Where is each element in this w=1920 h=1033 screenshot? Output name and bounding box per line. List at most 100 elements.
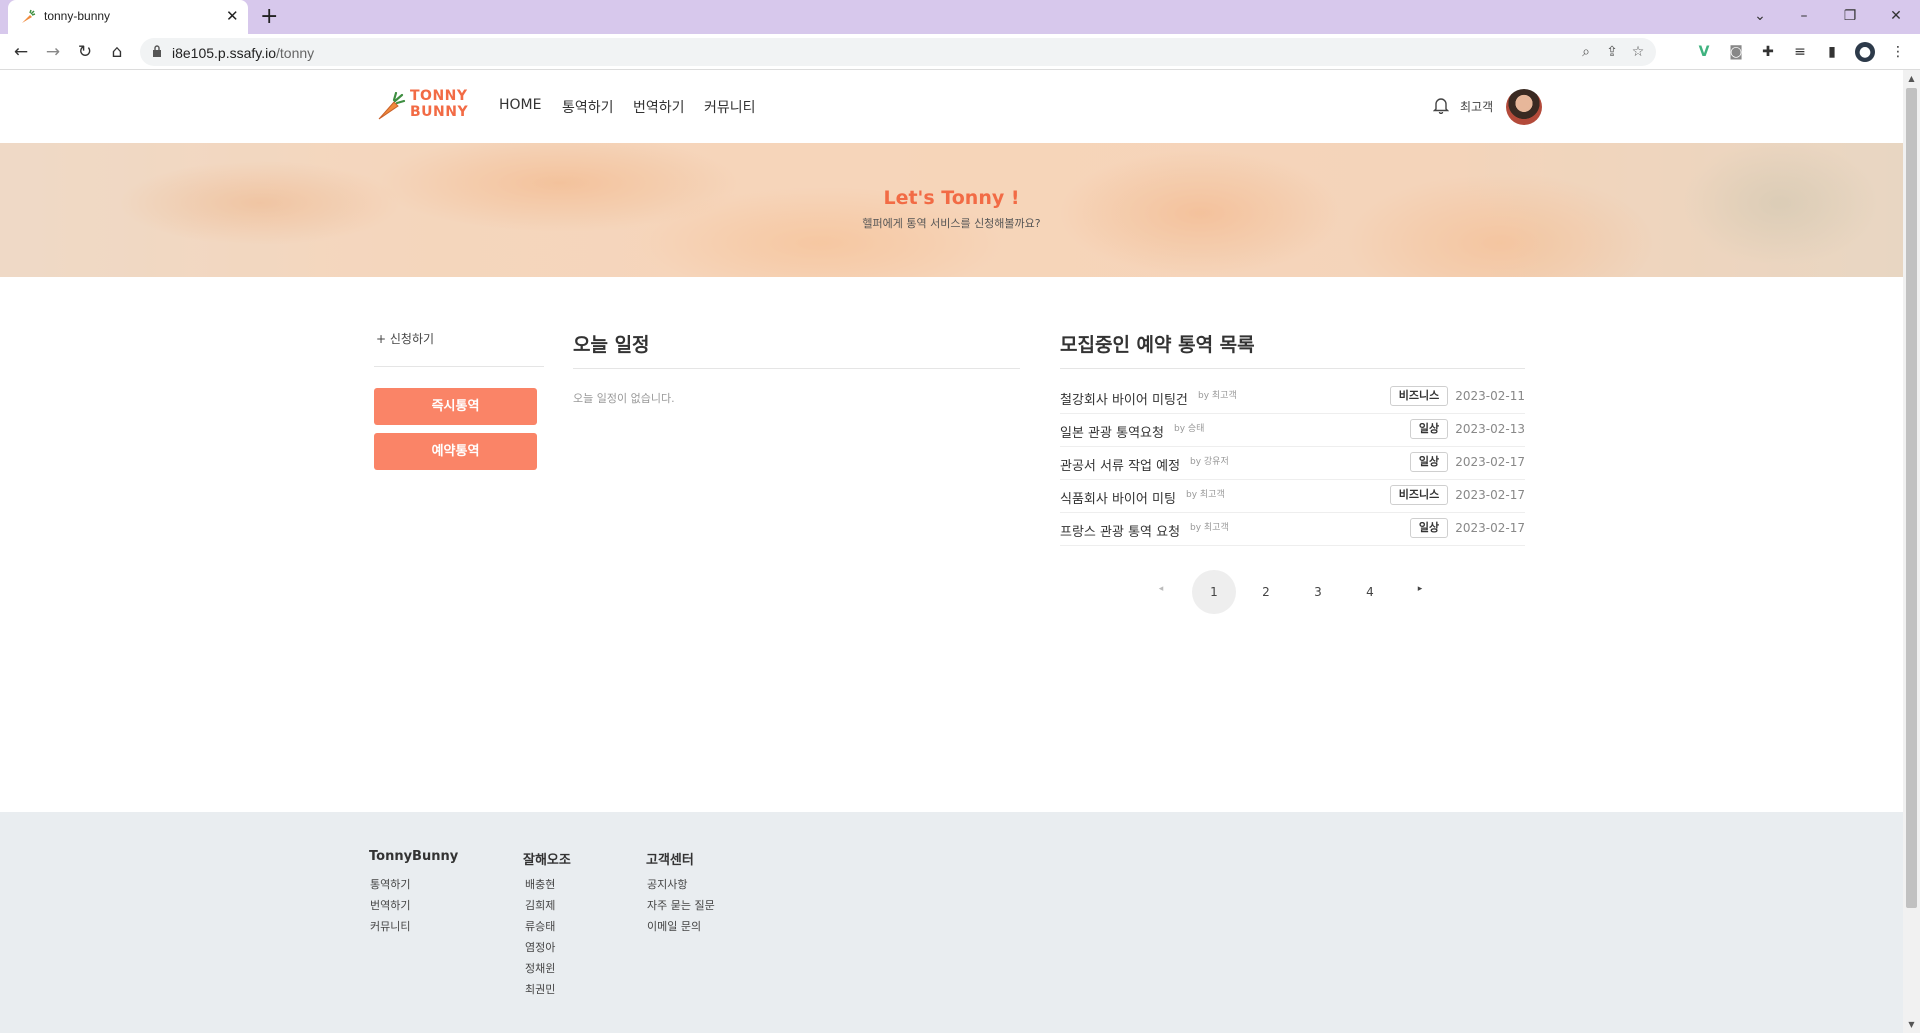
- vue-devtools-icon[interactable]: V: [1694, 42, 1714, 62]
- today-schedule-title: 오늘 일정: [573, 334, 650, 356]
- footer-link[interactable]: 이메일 문의: [647, 918, 701, 934]
- footer-link[interactable]: 류승태: [525, 918, 555, 934]
- page-button[interactable]: 1: [1192, 570, 1236, 614]
- reservation-tag: 비즈니스: [1390, 386, 1448, 406]
- logo-text: TONNY BUNNY: [410, 88, 468, 120]
- footer-link[interactable]: 최권민: [525, 981, 555, 997]
- scroll-down-icon[interactable]: ▼: [1907, 1020, 1916, 1029]
- reservation-date: 2023-02-17: [1455, 455, 1525, 469]
- home-icon[interactable]: ⌂: [106, 41, 128, 63]
- avatar[interactable]: [1506, 89, 1542, 125]
- hero-overlay: [0, 143, 1903, 277]
- nav-community[interactable]: 커뮤니티: [704, 97, 756, 117]
- reservation-title: 일본 관광 통역요청: [1060, 426, 1164, 441]
- footer-heading: 고객센터: [646, 853, 694, 868]
- today-divider: [573, 368, 1020, 369]
- apply-label: 신청하기: [389, 332, 435, 346]
- reservation-date: 2023-02-17: [1455, 488, 1525, 502]
- scroll-up-icon[interactable]: ▲: [1907, 74, 1916, 83]
- reservation-date: 2023-02-13: [1455, 422, 1525, 436]
- footer-link[interactable]: 통역하기: [370, 876, 410, 892]
- site-footer: TonnyBunny 통역하기 번역하기 커뮤니티 잘해오조 배충현 김희제 류…: [0, 812, 1903, 1033]
- kebab-menu-icon[interactable]: ⋮: [1888, 42, 1908, 62]
- zoom-icon[interactable]: ⌕: [1576, 42, 1596, 62]
- footer-link[interactable]: 정채윈: [525, 960, 555, 976]
- reservation-row[interactable]: 관공서 서류 작업 예정 by 강유저 일상 2023-02-17: [1060, 447, 1525, 480]
- footer-link[interactable]: 커뮤니티: [370, 918, 410, 934]
- footer-link[interactable]: 자주 묻는 질문: [647, 897, 715, 913]
- reservation-tag: 일상: [1410, 419, 1448, 439]
- hero-subtitle: 헬퍼에게 통역 서비스를 신청해볼까요?: [862, 217, 1041, 230]
- reload-icon[interactable]: ↻: [74, 41, 96, 63]
- tab-search-chevron-icon[interactable]: ⌄: [1748, 4, 1772, 28]
- footer-heading: 잘해오조: [523, 853, 571, 868]
- profile-avatar-icon[interactable]: ●: [1855, 42, 1875, 62]
- reservation-author: by 강유저: [1190, 457, 1229, 467]
- logo-line-1: TONNY: [410, 88, 468, 104]
- reservation-row[interactable]: 일본 관광 통역요청 by 승태 일상 2023-02-13: [1060, 414, 1525, 447]
- nav-home[interactable]: HOME: [499, 97, 541, 113]
- footer-link[interactable]: 번역하기: [370, 897, 410, 913]
- page-button[interactable]: 2: [1244, 570, 1288, 614]
- page-button[interactable]: 4: [1348, 570, 1392, 614]
- reserve-interpret-button[interactable]: 예약통역: [374, 433, 537, 470]
- lock-icon: [153, 45, 161, 57]
- footer-link[interactable]: 김희제: [525, 897, 555, 913]
- hero-banner: Let's Tonny ! 헬퍼에게 통역 서비스를 신청해볼까요?: [0, 143, 1903, 277]
- url-host: i8e105.p.ssafy.io: [172, 45, 277, 61]
- footer-link[interactable]: 공지사항: [647, 876, 687, 892]
- nav-translate[interactable]: 번역하기: [633, 97, 685, 117]
- instant-interpret-button[interactable]: 즉시통역: [374, 388, 537, 425]
- apply-link[interactable]: + 신청하기: [376, 330, 434, 347]
- reservation-author: by 승태: [1174, 424, 1205, 434]
- window-close-icon[interactable]: ✕: [1884, 4, 1908, 28]
- tab-close-icon[interactable]: ✕: [226, 7, 239, 25]
- today-empty-message: 오늘 일정이 없습니다.: [573, 392, 675, 405]
- address-bar[interactable]: i8e105.p.ssafy.io/tonny ⌕ ⇪ ☆: [140, 38, 1656, 66]
- logo-line-2: BUNNY: [410, 104, 469, 120]
- left-divider: [374, 366, 544, 367]
- nav-interpret[interactable]: 통역하기: [562, 97, 614, 117]
- footer-heading: TonnyBunny: [369, 849, 459, 864]
- reservation-tag: 일상: [1410, 518, 1448, 538]
- reservation-title: 관공서 서류 작업 예정: [1060, 459, 1181, 474]
- browser-toolbar: ← → ↻ ⌂ i8e105.p.ssafy.io/tonny ⌕ ⇪ ☆ V …: [0, 34, 1920, 70]
- bookmark-star-icon[interactable]: ☆: [1628, 42, 1648, 62]
- scroll-thumb[interactable]: [1906, 88, 1917, 908]
- carrot-logo-icon: [378, 92, 406, 120]
- bell-icon[interactable]: [1433, 96, 1449, 114]
- username[interactable]: 최고객: [1460, 98, 1493, 115]
- reservation-author: by 최고객: [1198, 391, 1237, 401]
- new-tab-icon[interactable]: +: [260, 4, 278, 30]
- forward-arrow-icon[interactable]: →: [42, 41, 64, 63]
- reservation-author: by 최고객: [1190, 523, 1229, 533]
- reservation-row[interactable]: 식품회사 바이어 미팅 by 최고객 비즈니스 2023-02-17: [1060, 480, 1525, 513]
- page-button[interactable]: 3: [1296, 570, 1340, 614]
- reservation-divider: [1060, 368, 1525, 369]
- reservation-row[interactable]: 철강회사 바이어 미팅건 by 최고객 비즈니스 2023-02-11: [1060, 381, 1525, 414]
- site-logo[interactable]: TONNY BUNNY: [376, 86, 468, 126]
- reservation-row[interactable]: 프랑스 관광 통역 요청 by 최고객 일상 2023-02-17: [1060, 513, 1525, 546]
- reservation-date: 2023-02-17: [1455, 521, 1525, 535]
- reservation-date: 2023-02-11: [1455, 389, 1525, 403]
- reservation-author: by 최고객: [1186, 490, 1225, 500]
- browser-tab[interactable]: tonny-bunny ✕: [8, 0, 248, 34]
- side-panel-icon[interactable]: ▮: [1822, 42, 1842, 62]
- extensions-puzzle-icon[interactable]: ✚: [1758, 42, 1778, 62]
- media-queue-icon[interactable]: ≡: [1790, 42, 1810, 62]
- back-arrow-icon[interactable]: ←: [10, 41, 32, 63]
- page-scrollbar[interactable]: ▲ ▼: [1903, 70, 1920, 1033]
- carrot-favicon-icon: [22, 9, 36, 23]
- minimize-icon[interactable]: –: [1792, 4, 1816, 28]
- prev-page-icon[interactable]: ◂: [1153, 584, 1169, 594]
- reservation-tag: 일상: [1410, 452, 1448, 472]
- next-page-icon[interactable]: ▸: [1412, 584, 1428, 594]
- restore-icon[interactable]: ❐: [1838, 4, 1862, 28]
- reservation-title: 프랑스 관광 통역 요청: [1060, 525, 1181, 540]
- camera-icon[interactable]: ◙: [1726, 42, 1746, 62]
- hero-title: Let's Tonny !: [883, 187, 1020, 209]
- footer-link[interactable]: 염정아: [525, 939, 555, 955]
- reservation-title: 철강회사 바이어 미팅건: [1060, 393, 1188, 408]
- footer-link[interactable]: 배충현: [525, 876, 555, 892]
- share-icon[interactable]: ⇪: [1602, 42, 1622, 62]
